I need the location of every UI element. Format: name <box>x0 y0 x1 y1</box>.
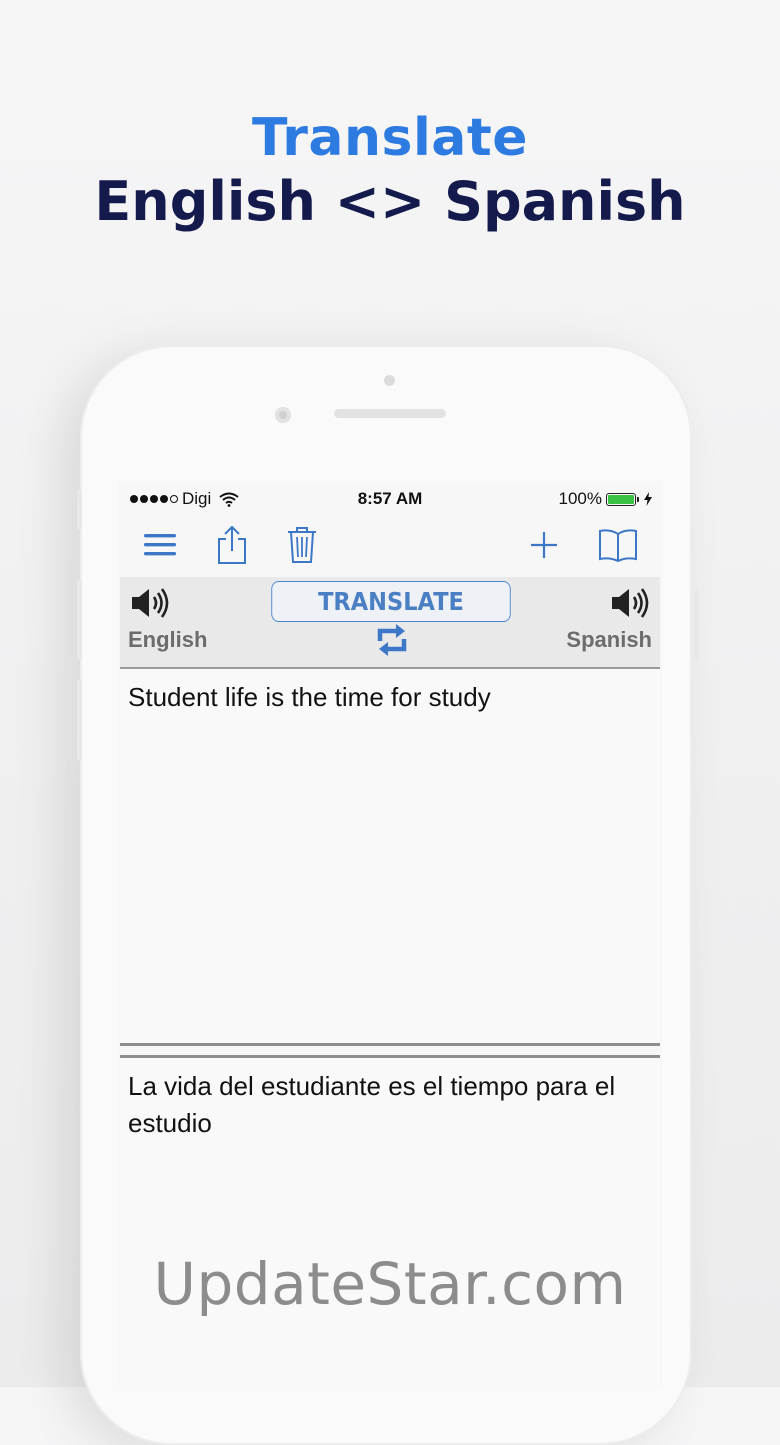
plus-icon <box>531 532 557 558</box>
delete-button[interactable] <box>278 521 326 569</box>
phone-speaker <box>334 409 446 418</box>
speaker-icon-source[interactable] <box>130 585 174 621</box>
phone-mute-switch <box>77 490 82 530</box>
menu-icon <box>144 534 176 556</box>
phone-sensor <box>384 375 395 386</box>
battery-percent: 100% <box>558 489 602 508</box>
source-text: Student life is the time for study <box>128 682 491 712</box>
watermark: UpdateStar.com <box>153 1250 627 1318</box>
headline-title: Translate <box>251 108 528 168</box>
trash-icon <box>288 527 316 563</box>
battery-icon <box>606 492 639 506</box>
add-button[interactable] <box>520 521 568 569</box>
translation-text-area[interactable]: La vida del estudiante es el tiempo para… <box>120 1055 660 1387</box>
headline-subtitle: English <> Spanish <box>94 170 686 233</box>
source-text-area[interactable]: Student life is the time for study <box>120 669 660 1046</box>
translate-button[interactable]: TRANSLATE <box>271 581 511 622</box>
source-language-label[interactable]: English <box>128 627 207 653</box>
menu-button[interactable] <box>136 521 184 569</box>
share-icon <box>218 525 246 564</box>
charging-icon <box>644 492 652 506</box>
toolbar <box>118 517 662 575</box>
status-bar: Digi 8:57 AM 100% <box>118 481 662 517</box>
translated-text: La vida del estudiante es el tiempo para… <box>128 1071 616 1138</box>
share-button[interactable] <box>208 521 256 569</box>
target-language-label[interactable]: Spanish <box>566 627 652 653</box>
dictionary-button[interactable] <box>594 521 642 569</box>
phone-volume-down <box>77 680 82 760</box>
speaker-icon-target[interactable] <box>610 585 654 621</box>
phone-volume-up <box>77 580 82 660</box>
language-bar: English TRANSLATE Spanish <box>120 577 660 669</box>
phone-power-button <box>694 590 699 660</box>
book-icon <box>599 529 637 562</box>
swap-languages-icon[interactable] <box>374 621 410 659</box>
phone-camera <box>275 407 291 423</box>
